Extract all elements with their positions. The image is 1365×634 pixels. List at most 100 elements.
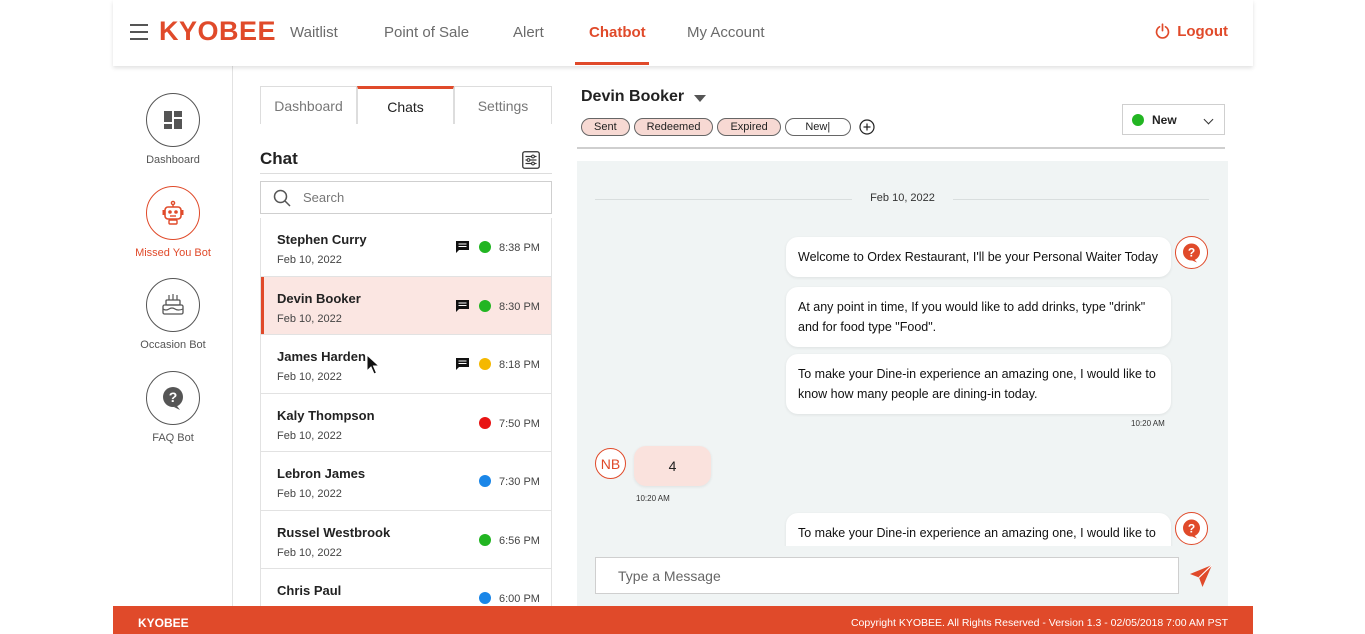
robot-icon <box>162 200 184 225</box>
chat-time: 6:00 PM <box>499 593 540 605</box>
question-icon: ? <box>163 387 183 410</box>
tab-dashboard[interactable]: Dashboard <box>260 86 357 124</box>
tag-redeemed[interactable]: Redeemed <box>633 118 714 136</box>
kyobee-logo: KYOBEE <box>159 16 277 46</box>
filter-settings-icon[interactable] <box>522 151 540 169</box>
chat-list-item[interactable]: Lebron James Feb 10, 2022 7:30 PM <box>261 452 551 511</box>
power-icon <box>1155 23 1170 39</box>
chat-date: Feb 10, 2022 <box>277 312 342 325</box>
bot-message: At any point in time, If you would like … <box>786 287 1171 347</box>
search-box <box>260 181 552 214</box>
nav-point-of-sale[interactable]: Point of Sale <box>384 24 469 41</box>
footer-copyright: Copyright KYOBEE. All Rights Reserved - … <box>850 617 1228 629</box>
chat-list-item[interactable]: Devin Booker Feb 10, 2022 8:30 PM <box>261 276 551 335</box>
rail-circle <box>146 93 200 147</box>
status-dot <box>479 241 491 253</box>
rail-label: Occasion Bot <box>140 339 206 351</box>
chat-contact-name: Stephen Curry <box>277 232 367 247</box>
svg-text:?: ? <box>1188 246 1195 260</box>
message-icon <box>456 241 469 253</box>
status-dot <box>479 358 491 370</box>
cake-icon <box>162 294 184 315</box>
chat-time: 8:38 PM <box>499 242 540 254</box>
chat-time: 8:18 PM <box>499 359 540 371</box>
date-separator: Feb 10, 2022 <box>577 192 1228 204</box>
chat-time: 6:56 PM <box>499 534 540 547</box>
chat-date: Feb 10, 2022 <box>277 488 342 500</box>
search-input[interactable] <box>303 190 523 205</box>
footer: KYOBEE Copyright KYOBEE. All Rights Rese… <box>113 606 1253 634</box>
send-icon[interactable] <box>1189 564 1213 588</box>
chat-time: 7:50 PM <box>499 417 540 430</box>
rail-item-faq-bot[interactable]: ? FAQ Bot <box>113 371 233 444</box>
chat-contact-name: Devin Booker <box>277 290 361 306</box>
top-header: KYOBEE Waitlist Point of Sale Alert Chat… <box>113 0 1253 66</box>
message-input[interactable] <box>596 558 1178 593</box>
new-tag-input[interactable]: New| <box>784 118 851 136</box>
rail-label: Dashboard <box>146 154 200 166</box>
footer-brand: KYOBEE <box>138 616 189 630</box>
chat-date: Feb 10, 2022 <box>277 546 342 559</box>
rail-label: Missed You Bot <box>135 247 211 259</box>
contact-name: Devin Booker <box>581 88 685 105</box>
rail-item-missed-you-bot[interactable]: Missed You Bot <box>113 186 233 259</box>
chat-date: Feb 10, 2022 <box>277 429 342 442</box>
chat-list-item[interactable]: Chris PaulFeb 10, 20226:00 PM <box>261 569 551 606</box>
date-separator-label: Feb 10, 2022 <box>852 192 953 204</box>
user-avatar: NB <box>595 448 626 479</box>
chat-date: Feb 10, 2022 <box>277 254 342 266</box>
chat-list-item[interactable]: James Harden Feb 10, 2022 8:18 PM <box>261 335 551 394</box>
svg-text:?: ? <box>169 389 178 405</box>
question-bubble-icon: ? <box>1183 243 1200 263</box>
caret-down-icon <box>694 94 707 102</box>
chat-list-item[interactable]: Stephen Curry Feb 10, 2022 8:38 PM <box>261 218 551 277</box>
nav-my-account[interactable]: My Account <box>687 24 765 41</box>
list-tabs: Dashboard Chats Settings <box>260 86 552 124</box>
svg-text:?: ? <box>1188 522 1195 536</box>
tag-pills: Sent Redeemed Expired New| <box>581 118 875 136</box>
chat-date: Feb 10, 2022 <box>277 371 342 383</box>
nav-waitlist[interactable]: Waitlist <box>290 24 338 41</box>
rail-circle: ? <box>146 371 200 425</box>
message-composer <box>595 557 1179 594</box>
rail-circle <box>146 186 200 240</box>
chat-time: 7:30 PM <box>499 476 540 488</box>
tag-expired[interactable]: Expired <box>717 118 781 136</box>
nav-alert[interactable]: Alert <box>513 24 544 41</box>
nav-chatbot[interactable]: Chatbot <box>589 24 646 41</box>
add-tag-icon[interactable] <box>859 119 875 135</box>
tag-sent[interactable]: Sent <box>581 118 630 136</box>
chat-list-item[interactable]: Russel Westbrook Feb 10, 2022 6:56 PM <box>261 510 551 569</box>
status-dropdown[interactable]: New <box>1122 104 1225 135</box>
divider <box>260 173 552 174</box>
rail-item-dashboard[interactable]: Dashboard <box>113 93 233 166</box>
tab-settings[interactable]: Settings <box>454 86 552 124</box>
rail-circle <box>146 278 200 332</box>
tab-chats[interactable]: Chats <box>357 86 454 124</box>
rail-label: FAQ Bot <box>152 432 194 444</box>
chat-list-panel: Dashboard Chats Settings Chat Stephen Cu… <box>260 66 552 606</box>
chat-contact-name: James Harden <box>277 349 366 364</box>
nav-active-underline <box>575 62 649 65</box>
user-timestamp: 10:20 AM <box>636 494 670 503</box>
divider <box>577 147 1225 149</box>
bot-timestamp: 10:20 AM <box>1131 419 1165 428</box>
status-dot <box>479 592 491 604</box>
status-dot <box>479 533 491 546</box>
chat-list: Stephen Curry Feb 10, 2022 8:38 PM Devin Bo… <box>260 218 552 606</box>
logout-button[interactable]: Logout <box>1154 23 1228 40</box>
bot-avatar: ? <box>1175 512 1208 545</box>
rail-item-occasion-bot[interactable]: Occasion Bot <box>113 278 233 351</box>
status-dot <box>479 416 491 429</box>
chat-time: 8:30 PM <box>499 300 540 313</box>
bot-sidebar: Dashboard Missed You Bot Occasion Bot ? … <box>113 66 233 606</box>
bot-avatar: ? <box>1175 236 1208 269</box>
chat-contact-name: Lebron James <box>277 466 366 481</box>
hamburger-menu-icon[interactable] <box>130 24 148 40</box>
contact-selector[interactable]: Devin Booker <box>581 88 707 106</box>
app-window: KYOBEE Waitlist Point of Sale Alert Chat… <box>113 0 1253 634</box>
status-label: New <box>1152 112 1177 127</box>
chat-list-item[interactable]: Kaly Thompson Feb 10, 2022 7:50 PM <box>261 393 551 452</box>
conversation-panel: Devin Booker Sent Redeemed Expired New| … <box>577 66 1228 606</box>
message-icon <box>456 358 469 370</box>
